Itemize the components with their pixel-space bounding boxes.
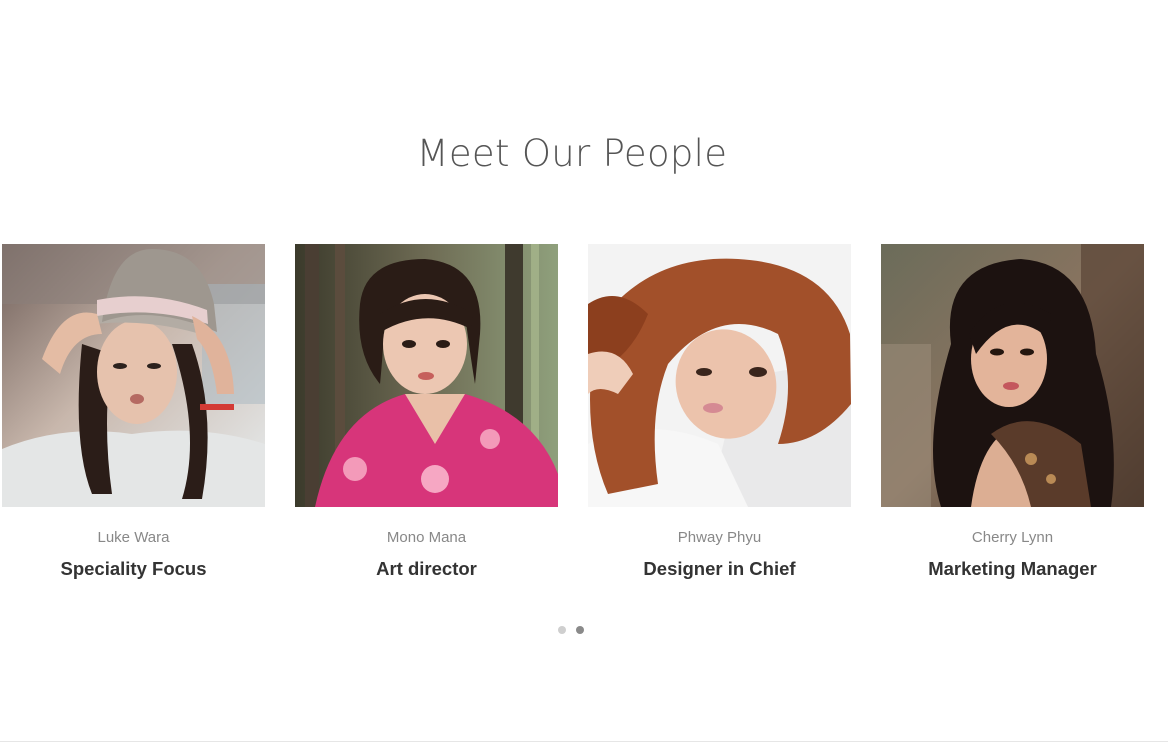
section-title: Meet Our People <box>416 132 728 175</box>
portrait-woman-dark-curls-icon <box>881 244 1144 507</box>
person-role: Speciality Focus <box>60 558 207 579</box>
person-role: Marketing Manager <box>928 558 1097 579</box>
portrait-woman-pink-kimono-icon <box>295 244 558 507</box>
carousel-dot-1[interactable] <box>558 626 566 634</box>
person-name: Phway Phyu <box>677 529 762 546</box>
team-photo-3[interactable] <box>588 244 851 507</box>
team-photo-2[interactable] <box>295 244 558 507</box>
person-name: Luke Wara <box>97 529 170 546</box>
carousel-pagination <box>558 626 584 634</box>
person-role: Art director <box>376 558 477 579</box>
team-photo-1[interactable] <box>2 244 265 507</box>
team-card-cherry-lynn[interactable]: Cherry Lynn Marketing Manager <box>881 244 1144 580</box>
portrait-woman-hat-icon <box>2 244 265 507</box>
team-card-phway-phyu[interactable]: Phway Phyu Designer in Chief <box>588 244 851 580</box>
team-photo-4[interactable] <box>881 244 1144 507</box>
team-card-mono-mana[interactable]: Mono Mana Art director <box>295 244 558 580</box>
person-name: Cherry Lynn <box>971 529 1054 546</box>
carousel-dot-2-active[interactable] <box>576 626 584 634</box>
person-name: Mono Mana <box>386 529 467 546</box>
section-divider <box>0 741 1168 742</box>
portrait-woman-red-hair-icon <box>588 244 851 507</box>
person-role: Designer in Chief <box>643 558 796 579</box>
team-card-luke-wara[interactable]: Luke Wara Speciality Focus <box>2 244 265 580</box>
